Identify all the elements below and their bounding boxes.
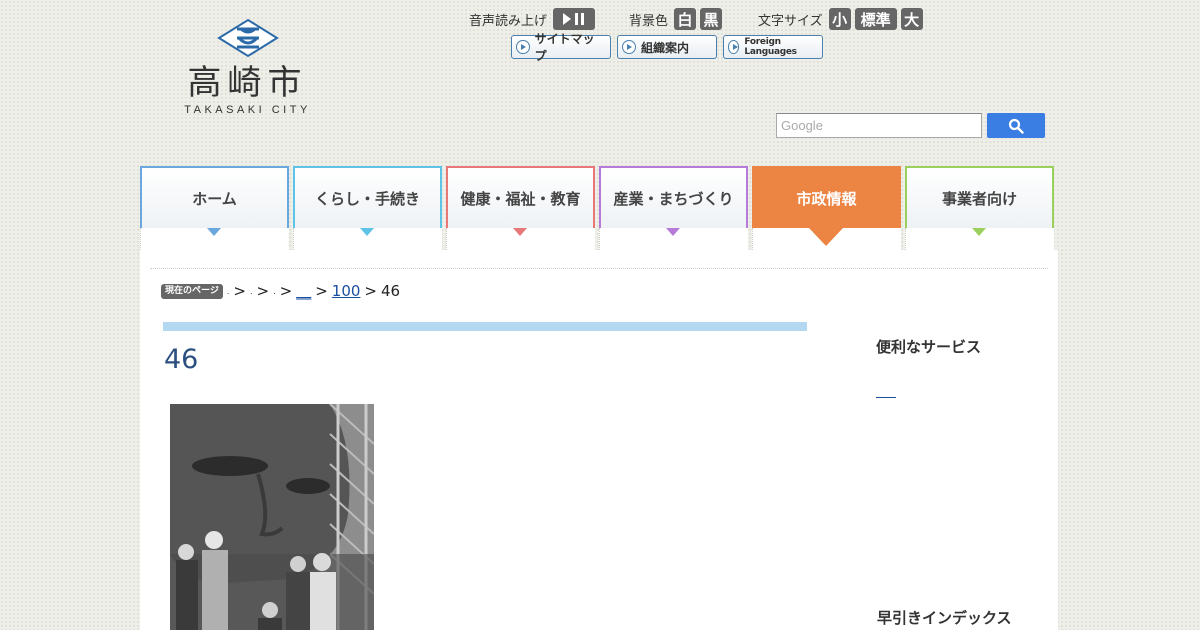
breadcrumb-item[interactable]: . (227, 287, 230, 296)
play-pause-button[interactable] (553, 8, 596, 30)
bg-black-button[interactable]: 黒 (700, 8, 723, 30)
bg-label: 背景色 (629, 13, 669, 29)
nav-tab-label: 産業・まちづくり (599, 166, 748, 228)
breadcrumb-item[interactable]: . (273, 287, 276, 296)
divider (150, 268, 1048, 269)
nav-item-5[interactable]: 事業者向け (905, 166, 1054, 250)
search-button[interactable] (987, 113, 1045, 138)
breadcrumb-current: 46 (381, 282, 401, 300)
background-color-switcher: 背景色 白 黒 (629, 8, 726, 30)
font-standard-button[interactable]: 標準 (854, 8, 897, 30)
play-pause-icon (563, 13, 585, 25)
breadcrumb-item[interactable]: . (250, 287, 253, 296)
nav-indicator-icon (972, 228, 986, 236)
arrow-icon (622, 40, 636, 54)
nav-indicator-icon (360, 228, 374, 236)
nav-item-0[interactable]: ホーム (140, 166, 289, 250)
search-input[interactable] (776, 113, 982, 138)
font-size-label: 文字サイズ (758, 13, 823, 29)
breadcrumb-separator: > (364, 282, 377, 300)
breadcrumb-separator: > (315, 282, 328, 300)
nav-item-2[interactable]: 健康・福祉・教育 (446, 166, 595, 250)
logo-subtitle: TAKASAKI CITY (184, 104, 311, 116)
sidebar-heading-services: 便利なサービス (876, 338, 982, 356)
foreign-languages-label: Foreign Languages (744, 37, 797, 57)
sidebar-service-link[interactable]: __ (876, 397, 896, 398)
nav-tab-label: 事業者向け (905, 166, 1054, 228)
font-small-button[interactable]: 小 (828, 8, 851, 30)
sitemap-label: サイトマップ (534, 32, 595, 63)
page-title: 46 (164, 344, 199, 375)
sidebar-heading-index: 早引きインデックス (877, 609, 1012, 627)
nav-indicator-icon (666, 228, 680, 236)
breadcrumb-link[interactable]: __ (296, 282, 311, 300)
sitemap-link[interactable]: サイトマップ (511, 32, 611, 63)
site-search (776, 113, 1045, 138)
organization-label: 組織案内 (641, 40, 690, 55)
nav-tab-label: 健康・福祉・教育 (446, 166, 595, 228)
voice-reader: 音声読み上げ (469, 8, 599, 30)
breadcrumb-link-100[interactable]: 100 (332, 282, 361, 300)
search-icon (1008, 118, 1024, 134)
utility-links: サイトマップ 組織案内 Foreign Languages (511, 32, 829, 63)
breadcrumb-separator: > (256, 282, 270, 300)
font-large-button[interactable]: 大 (900, 8, 923, 30)
nav-indicator-icon (513, 228, 527, 236)
sidebar: 便利なサービス __ (876, 336, 1046, 398)
nav-item-3[interactable]: 産業・まちづくり (599, 166, 748, 250)
site-logo[interactable]: 高崎市 TAKASAKI CITY (180, 18, 315, 116)
main-content: 現在のページ . > . > . > __ > 100 > 46 46 便利なサ… (140, 250, 1058, 630)
global-nav: ホーム くらし・手続き 健康・福祉・教育 産業・まちづくり 市政情報 事業者向け (140, 166, 1056, 250)
nav-tab-label: ホーム (140, 166, 289, 228)
current-page-badge: 現在のページ (161, 283, 223, 299)
nav-indicator-icon (809, 228, 843, 246)
nav-tab-label: 市政情報 (752, 166, 901, 228)
bg-white-button[interactable]: 白 (674, 8, 697, 30)
arrow-icon (516, 40, 530, 54)
nav-indicator-icon (207, 228, 221, 236)
logo-name: 高崎市 (187, 63, 308, 103)
nav-item-1[interactable]: くらし・手続き (293, 166, 442, 250)
heading-accent-bar (163, 322, 807, 331)
nav-tab-label: くらし・手続き (293, 166, 442, 228)
city-emblem-icon (216, 18, 279, 58)
voice-label: 音声読み上げ (469, 13, 548, 29)
photo-illustration (170, 404, 374, 630)
historical-photo (170, 404, 374, 630)
breadcrumb-separator: > (279, 282, 293, 300)
font-size-switcher: 文字サイズ 小 標準 大 (758, 8, 927, 30)
nav-item-4[interactable]: 市政情報 (752, 166, 901, 250)
breadcrumb: 現在のページ . > . > . > __ > 100 > 46 (161, 282, 400, 300)
breadcrumb-separator: > (233, 282, 246, 300)
foreign-languages-link[interactable]: Foreign Languages (723, 35, 823, 59)
arrow-icon (728, 40, 740, 54)
organization-link[interactable]: 組織案内 (617, 35, 717, 59)
